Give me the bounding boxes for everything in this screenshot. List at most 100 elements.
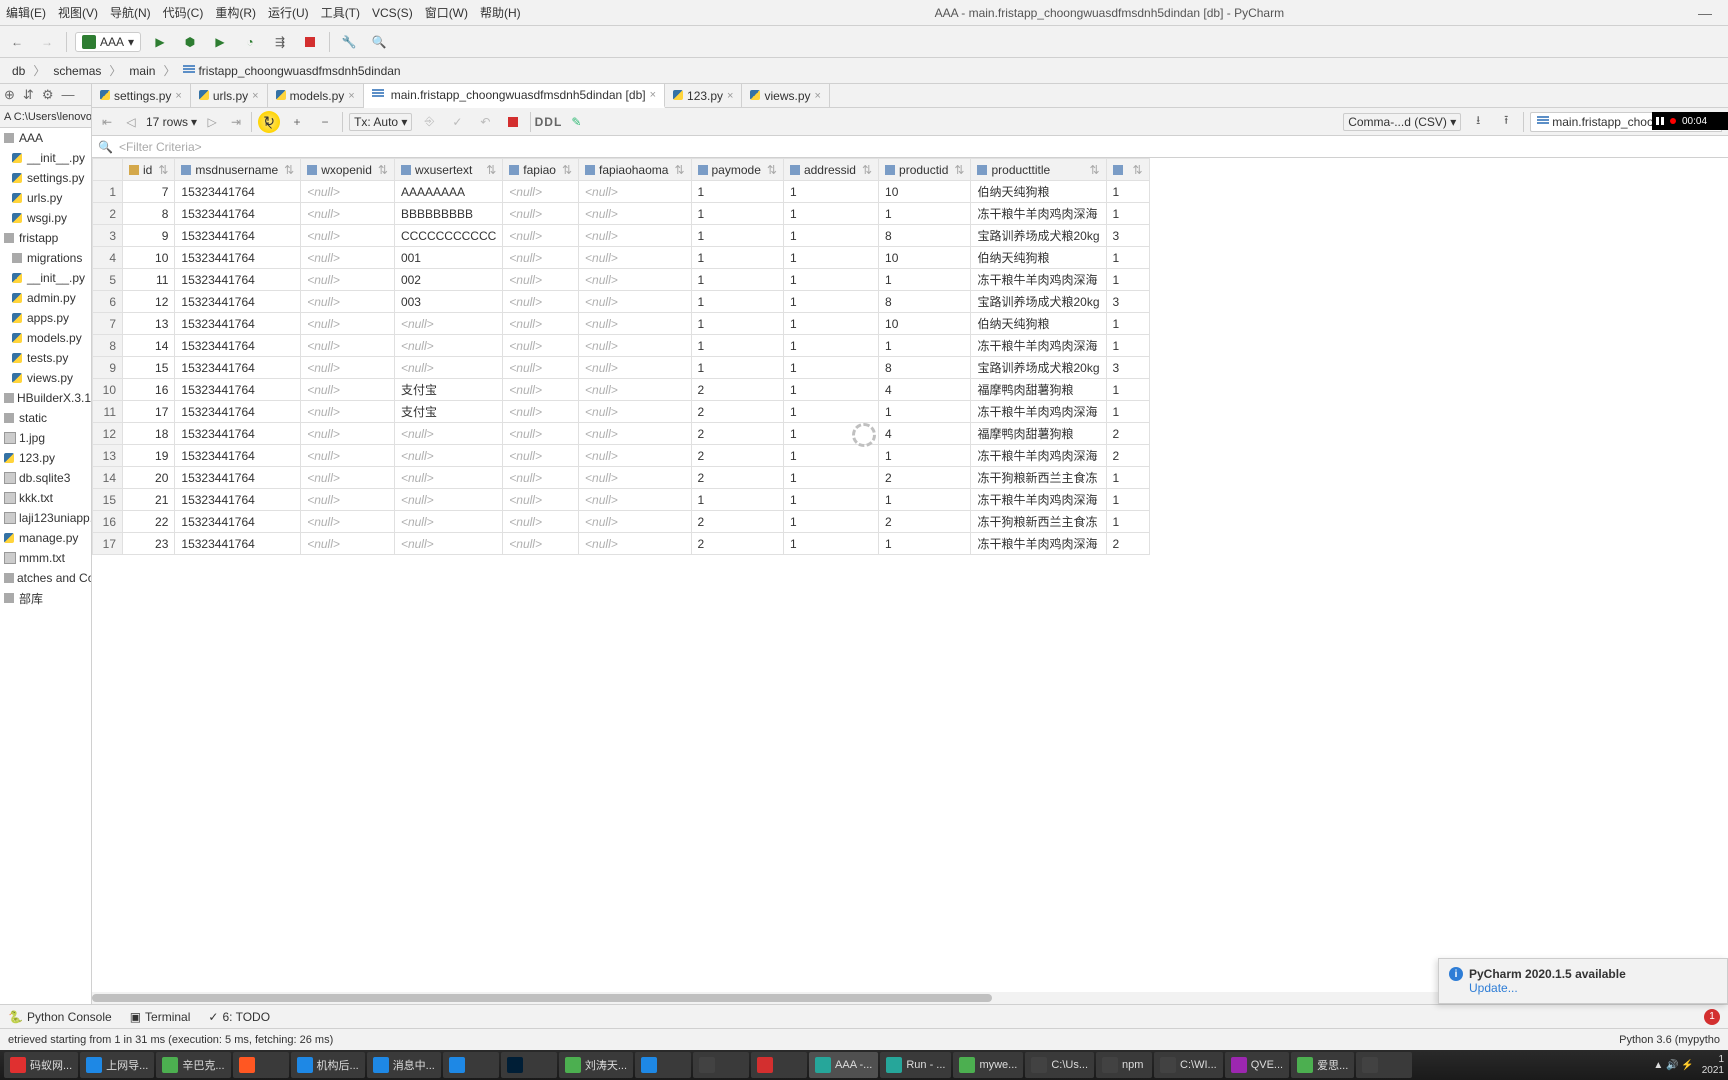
rollback-icon[interactable]: ↶	[474, 111, 496, 133]
tx-mode-selector[interactable]: Tx: Auto ▾	[349, 113, 412, 131]
cell[interactable]: 12	[123, 291, 175, 313]
minimize-icon[interactable]: —	[1698, 5, 1712, 21]
cell[interactable]: 1	[691, 313, 783, 335]
cell[interactable]: 001	[394, 247, 502, 269]
table-row[interactable]: 2815323441764<null>BBBBBBBBB<null><null>…	[93, 203, 1150, 225]
cell[interactable]: 冻干狗粮新西兰主食冻	[971, 467, 1106, 489]
column-header[interactable]: id⇅	[123, 159, 175, 181]
download-icon[interactable]: ⭳	[1467, 111, 1489, 133]
column-header[interactable]: ⇅	[1106, 159, 1149, 181]
cell[interactable]: 1	[1106, 269, 1149, 291]
tree-node[interactable]: mmm.txt	[0, 548, 91, 568]
table-row[interactable]: 3915323441764<null>CCCCCCCCCCC<null><nul…	[93, 225, 1150, 247]
menu-run[interactable]: 运行(U)	[268, 4, 309, 21]
cell[interactable]: 1	[879, 203, 971, 225]
cell[interactable]: <null>	[301, 269, 395, 291]
tree-node[interactable]: apps.py	[0, 308, 91, 328]
cell[interactable]: 22	[123, 511, 175, 533]
cell[interactable]: <null>	[301, 401, 395, 423]
cell[interactable]: 17	[123, 401, 175, 423]
tree-node[interactable]: kkk.txt	[0, 488, 91, 508]
add-row-icon[interactable]: +	[286, 111, 308, 133]
cell[interactable]: <null>	[579, 269, 691, 291]
cell[interactable]: 伯纳天纯狗粮	[971, 181, 1106, 203]
cell[interactable]: 1	[1106, 203, 1149, 225]
cell[interactable]: <null>	[503, 313, 579, 335]
editor-tab[interactable]: settings.py×	[92, 84, 191, 107]
cell[interactable]: 支付宝	[394, 401, 502, 423]
sort-icon[interactable]: ⇅	[284, 163, 294, 177]
sort-icon[interactable]: ⇅	[486, 163, 496, 177]
todo-tab[interactable]: ✓ 6: TODO	[208, 1010, 270, 1024]
cell[interactable]: 15323441764	[175, 247, 301, 269]
cell[interactable]: 10	[879, 181, 971, 203]
cell[interactable]: 15323441764	[175, 467, 301, 489]
taskbar-item[interactable]	[635, 1052, 691, 1078]
cell[interactable]: 3	[1106, 357, 1149, 379]
cell[interactable]: 1	[691, 357, 783, 379]
cell[interactable]: 1	[879, 269, 971, 291]
cell[interactable]: 21	[123, 489, 175, 511]
project-path[interactable]: A C:\Users\lenovo\D	[0, 106, 91, 128]
column-header[interactable]: fapiao⇅	[503, 159, 579, 181]
row-number[interactable]: 2	[93, 203, 123, 225]
cell[interactable]: 1	[691, 489, 783, 511]
data-editor-icon[interactable]: ✎	[565, 111, 587, 133]
menu-code[interactable]: 代码(C)	[163, 4, 204, 21]
cell[interactable]: <null>	[394, 533, 502, 555]
search-icon[interactable]: 🔍	[368, 31, 390, 53]
tree-node[interactable]: laji123uniapp.zip	[0, 508, 91, 528]
table-row[interactable]: 71315323441764<null><null><null><null>11…	[93, 313, 1150, 335]
cell[interactable]: 1	[691, 181, 783, 203]
cell[interactable]: 13	[123, 313, 175, 335]
bc-table[interactable]: fristapp_choongwuasdfmsdnh5dindan	[179, 62, 404, 80]
close-icon[interactable]: ×	[815, 90, 821, 102]
cell[interactable]: 15323441764	[175, 445, 301, 467]
cell[interactable]: 2	[691, 533, 783, 555]
cell[interactable]: 15323441764	[175, 379, 301, 401]
python-console-tab[interactable]: 🐍 Python Console	[8, 1010, 112, 1024]
cell[interactable]: 2	[1106, 423, 1149, 445]
cell[interactable]: <null>	[301, 489, 395, 511]
cancel-query-icon[interactable]	[502, 111, 524, 133]
tree-node[interactable]: admin.py	[0, 288, 91, 308]
bc-schemas[interactable]: schemas	[49, 62, 105, 80]
cell[interactable]: <null>	[503, 225, 579, 247]
system-tray[interactable]: ▲ 🔊 ⚡12021	[1653, 1054, 1724, 1076]
cell[interactable]: <null>	[394, 511, 502, 533]
tree-node[interactable]: urls.py	[0, 188, 91, 208]
cell[interactable]: 2	[691, 379, 783, 401]
cell[interactable]: <null>	[579, 335, 691, 357]
interpreter-indicator[interactable]: Python 3.6 (mypytho	[1619, 1034, 1720, 1046]
cell[interactable]: <null>	[579, 533, 691, 555]
cell[interactable]: 15323441764	[175, 511, 301, 533]
cell[interactable]: 8	[879, 225, 971, 247]
cell[interactable]: <null>	[579, 247, 691, 269]
cell[interactable]: 1	[783, 247, 878, 269]
cell[interactable]: <null>	[503, 467, 579, 489]
row-number[interactable]: 11	[93, 401, 123, 423]
cell[interactable]: 14	[123, 335, 175, 357]
data-table[interactable]: id⇅msdnusername⇅wxopenid⇅wxusertext⇅fapi…	[92, 158, 1728, 992]
cell[interactable]: 8	[123, 203, 175, 225]
cell[interactable]: <null>	[579, 225, 691, 247]
cell[interactable]: <null>	[301, 247, 395, 269]
project-add-icon[interactable]: ⊕	[4, 87, 15, 103]
tree-node[interactable]: models.py	[0, 328, 91, 348]
bc-main[interactable]: main	[125, 62, 159, 80]
cell[interactable]: 15323441764	[175, 203, 301, 225]
cell[interactable]: <null>	[301, 379, 395, 401]
column-header[interactable]: addressid⇅	[783, 159, 878, 181]
cell[interactable]: 002	[394, 269, 502, 291]
row-number[interactable]: 15	[93, 489, 123, 511]
cell[interactable]: <null>	[503, 357, 579, 379]
cell[interactable]: <null>	[301, 291, 395, 313]
cell[interactable]: 1	[1106, 313, 1149, 335]
close-icon[interactable]: ×	[348, 90, 354, 102]
cell[interactable]: <null>	[503, 401, 579, 423]
cell[interactable]: 宝路训养场成犬粮20kg	[971, 357, 1106, 379]
cell[interactable]: 1	[1106, 379, 1149, 401]
cell[interactable]: 1	[691, 269, 783, 291]
cell[interactable]: <null>	[394, 467, 502, 489]
table-row[interactable]: 162215323441764<null><null><null><null>2…	[93, 511, 1150, 533]
